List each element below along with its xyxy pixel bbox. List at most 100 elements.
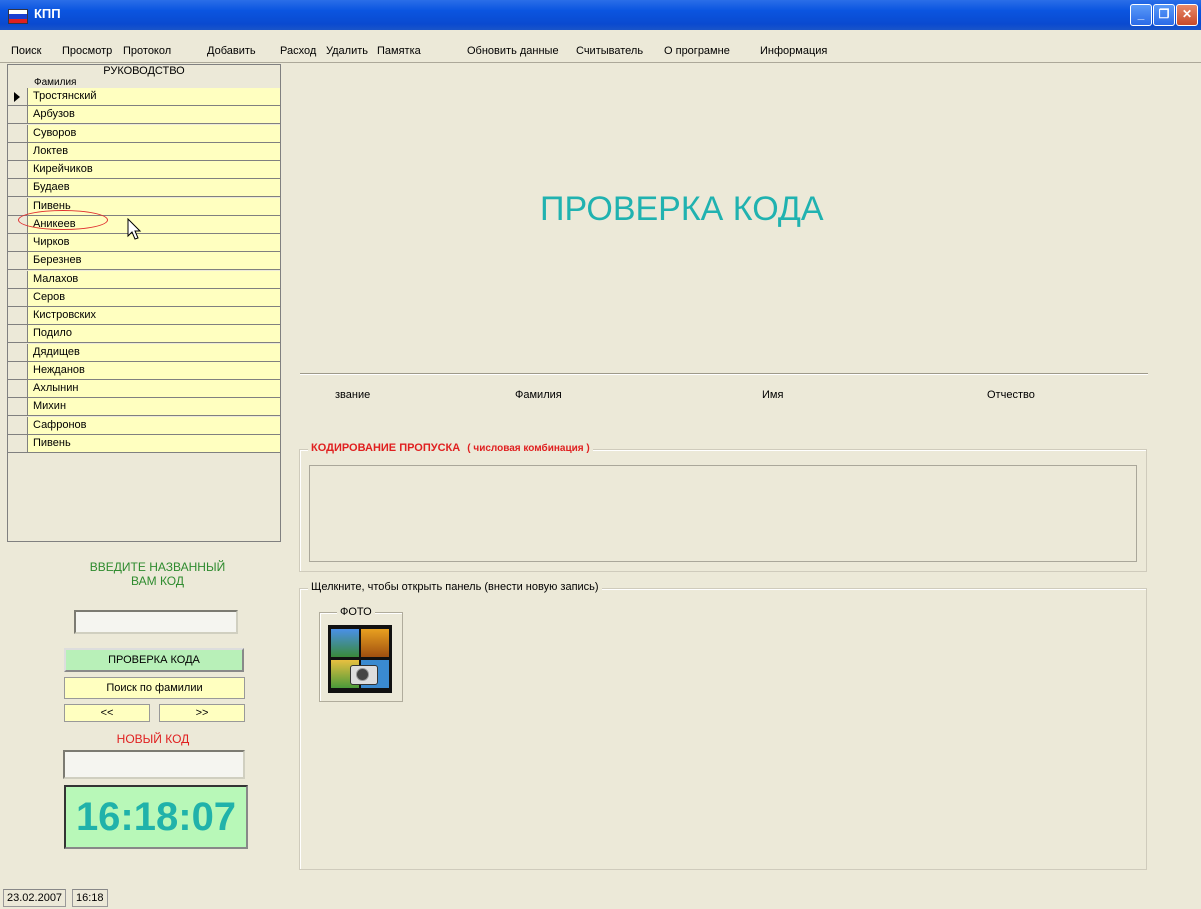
coding-input-area[interactable] (309, 465, 1137, 562)
row-indicator[interactable] (8, 380, 28, 398)
table-row[interactable]: Ахлынин (8, 380, 280, 398)
surname-cell[interactable]: Будаев (28, 179, 280, 198)
row-indicator[interactable] (8, 307, 28, 325)
table-row[interactable]: Суворов (8, 124, 280, 143)
search-by-name-button[interactable]: Поиск по фамилии (64, 677, 245, 699)
new-code-field[interactable] (63, 750, 245, 779)
table-row[interactable]: Локтев (8, 142, 280, 161)
table-row[interactable]: Кирейчиков (8, 161, 280, 179)
surname-cell[interactable]: Сафронов (28, 416, 280, 435)
row-indicator[interactable] (8, 325, 28, 344)
table-row[interactable]: Нежданов (8, 361, 280, 380)
row-indicator[interactable] (8, 234, 28, 252)
row-indicator[interactable] (8, 161, 28, 179)
surname-text: Подило (33, 327, 73, 340)
menu-refresh[interactable]: Обновить данные (467, 45, 559, 57)
menu-info[interactable]: Информация (760, 45, 827, 57)
divider-line (300, 373, 1148, 375)
menu-add[interactable]: Добавить (207, 45, 256, 57)
page-title: ПРОВЕРКА КОДА (540, 190, 824, 228)
table-row[interactable]: Березнев (8, 252, 280, 271)
new-record-panel[interactable] (299, 588, 1147, 870)
surname-cell[interactable]: Подило (28, 325, 280, 344)
personnel-grid[interactable]: РУКОВОДСТВО Фамилия Тростянский Арбузов Су… (7, 64, 281, 542)
row-indicator[interactable] (8, 142, 28, 161)
surname-cell[interactable]: Михин (28, 398, 280, 417)
code-prompt-line2: ВАМ КОД (131, 574, 184, 588)
table-row[interactable]: Кистровских (8, 307, 280, 325)
row-indicator[interactable] (8, 179, 28, 198)
menu-view[interactable]: Просмотр (62, 45, 112, 57)
menu-bar: Поиск Просмотр Протокол Добавить Расход … (0, 43, 1201, 60)
surname-cell[interactable]: Березнев (28, 252, 280, 271)
table-row[interactable]: Малахов (8, 270, 280, 289)
row-indicator[interactable] (8, 197, 28, 216)
restore-icon[interactable]: ❐ (1153, 4, 1175, 26)
surname-text: Нежданов (33, 363, 85, 376)
table-row[interactable]: Будаев (8, 179, 280, 198)
surname-cell[interactable]: Арбузов (28, 106, 280, 125)
coding-legend-hint: ( числовая комбинация ) (467, 443, 590, 454)
menu-search[interactable]: Поиск (11, 45, 41, 57)
table-row[interactable]: Серов (8, 288, 280, 307)
table-row[interactable]: Подило (8, 325, 280, 344)
table-row[interactable]: Сафронов (8, 416, 280, 435)
table-row[interactable]: Дядищев (8, 343, 280, 362)
surname-cell[interactable]: Дядищев (28, 343, 280, 362)
menu-memo[interactable]: Памятка (377, 45, 421, 57)
row-indicator[interactable] (8, 398, 28, 417)
coding-legend: КОДИРОВАНИЕ ПРОПУСКА ( числовая комбинац… (308, 442, 593, 454)
row-indicator[interactable] (8, 252, 28, 271)
surname-cell[interactable]: Тростянский (28, 88, 280, 106)
prev-button[interactable]: << (64, 704, 150, 722)
surname-cell[interactable]: Кирейчиков (28, 161, 280, 179)
menu-protocol[interactable]: Протокол (123, 45, 171, 57)
status-bar: 23.02.2007 16:18 (0, 887, 1201, 909)
next-button[interactable]: >> (159, 704, 245, 722)
surname-cell[interactable]: Ахлынин (28, 380, 280, 398)
surname-cell[interactable]: Нежданов (28, 361, 280, 380)
surname-cell[interactable]: Суворов (28, 124, 280, 143)
surname-text: Березнев (33, 254, 82, 267)
status-time: 16:18 (72, 889, 108, 907)
surname-cell[interactable]: Кистровских (28, 307, 280, 325)
row-indicator[interactable] (8, 124, 28, 143)
surname-cell[interactable]: Серов (28, 288, 280, 307)
row-indicator[interactable] (8, 88, 28, 106)
minimize-icon[interactable]: _ (1130, 4, 1152, 26)
window-title: КПП (34, 6, 61, 21)
panel-legend: Щелкните, чтобы открыть панель (внести н… (308, 581, 602, 593)
photo-camera-icon[interactable] (328, 625, 392, 693)
surname-text: Будаев (33, 181, 70, 194)
code-input[interactable] (74, 610, 238, 634)
menu-delete[interactable]: Удалить (326, 45, 368, 57)
menu-about[interactable]: О програмне (664, 45, 730, 57)
row-indicator[interactable] (8, 270, 28, 289)
row-indicator[interactable] (8, 361, 28, 380)
row-indicator[interactable] (8, 434, 28, 453)
surname-text: Тростянский (33, 90, 97, 102)
menu-expense[interactable]: Расход (280, 45, 316, 57)
menu-reader[interactable]: Считыватель (576, 45, 643, 57)
row-indicator[interactable] (8, 106, 28, 125)
table-row[interactable]: Михин (8, 398, 280, 417)
grid-column-header[interactable]: Фамилия (34, 77, 76, 88)
close-icon[interactable]: ✕ (1176, 4, 1198, 26)
surname-cell[interactable]: Малахов (28, 270, 280, 289)
menu-separator (0, 62, 1201, 63)
surname-cell[interactable]: Пивень (28, 434, 280, 453)
surname-cell[interactable]: Чирков (28, 234, 280, 252)
surname-text: Михин (33, 400, 67, 413)
grid-header: Фамилия (8, 77, 280, 88)
table-row[interactable]: Тростянский (8, 88, 280, 106)
col-surname: Фамилия (515, 389, 562, 401)
surname-text: Арбузов (33, 108, 75, 121)
check-code-button[interactable]: ПРОВЕРКА КОДА (64, 648, 244, 672)
row-indicator[interactable] (8, 343, 28, 362)
row-indicator[interactable] (8, 416, 28, 435)
table-row[interactable]: Чирков (8, 234, 280, 252)
table-row[interactable]: Арбузов (8, 106, 280, 125)
surname-cell[interactable]: Локтев (28, 142, 280, 161)
row-indicator[interactable] (8, 288, 28, 307)
table-row[interactable]: Пивень (8, 434, 280, 453)
